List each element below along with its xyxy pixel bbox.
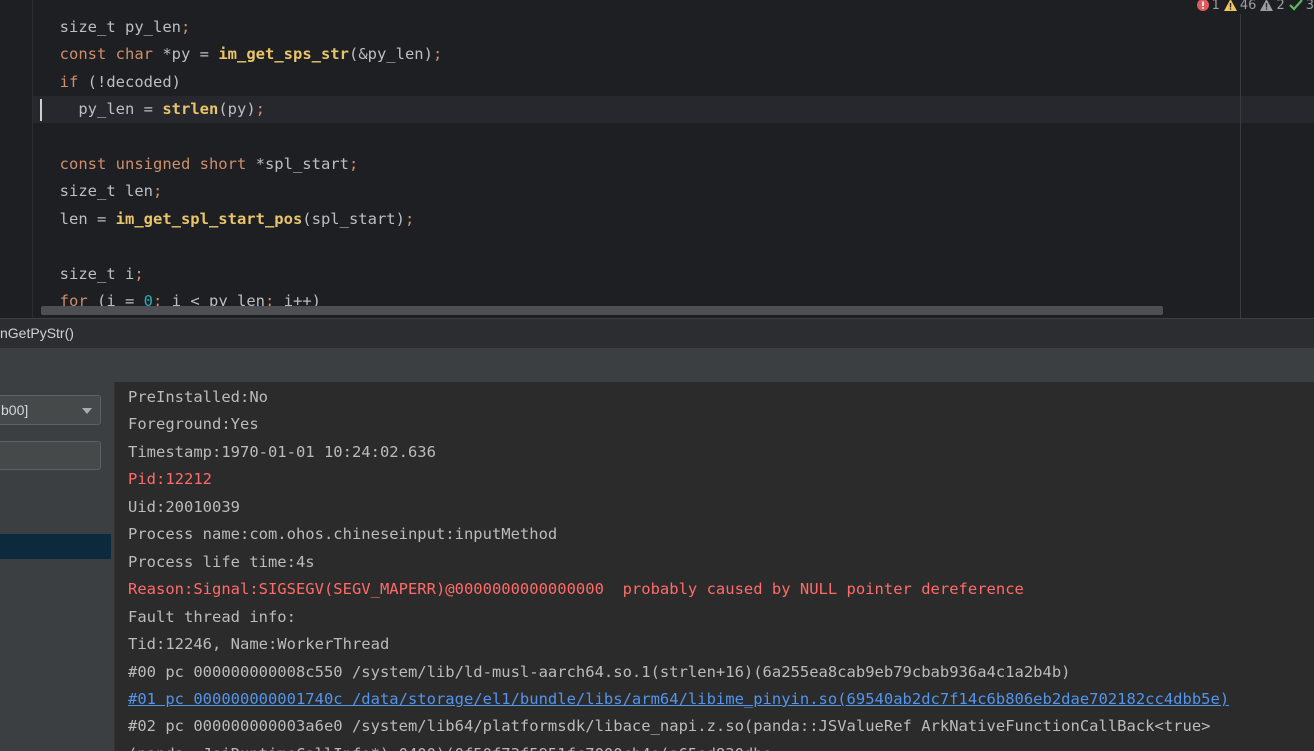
code-token: (&py_len) (348, 45, 433, 64)
right-margin-guide (1240, 14, 1241, 318)
log-filter-input[interactable] (0, 441, 101, 470)
horizontal-scrollbar[interactable] (41, 306, 1163, 315)
code-token: size_t py_len (41, 18, 181, 36)
code-token: ; (134, 264, 144, 283)
code-token: ; (180, 18, 191, 36)
inspection-widget[interactable]: 1 46 2 3 (1196, 0, 1314, 13)
panel-title: nGetPyStr() (0, 325, 74, 341)
log-link-line[interactable]: #01 pc 000000000001740c /data/storage/el… (128, 686, 1229, 713)
log-line: Process name:com.ohos.chineseinput:input… (128, 525, 558, 544)
code-token: im_get_sps_str (218, 45, 349, 64)
log-line: #00 pc 000000000008c550 /system/lib/ld-m… (128, 662, 1071, 681)
code-line[interactable]: const char *py = im_get_sps_str(&py_len)… (33, 41, 1314, 68)
code-token: ; (404, 209, 415, 228)
error-icon (1196, 0, 1209, 11)
typo-check-icon (1288, 0, 1303, 11)
code-token: (py) (218, 100, 256, 119)
code-token: size_t i (41, 264, 135, 283)
log-output[interactable]: PreInstalled:No Foreground:Yes Timestamp:1… (115, 382, 1314, 751)
code-token: ; (432, 45, 443, 64)
selected-process-row[interactable] (0, 534, 111, 559)
code-line[interactable]: if (!decoded) (33, 69, 1314, 96)
log-panel-toolbar (0, 348, 1314, 382)
log-line: Tid:12246, Name:WorkerThread (128, 635, 390, 654)
chevron-down-icon (82, 408, 92, 414)
code-line[interactable]: len = im_get_spl_start_pos(spl_start); (33, 206, 1314, 233)
line-gutter[interactable] (0, 0, 33, 318)
code-token: size_t len (41, 182, 153, 201)
code-token: ; (255, 100, 265, 119)
log-line: Pid:12212 (128, 470, 212, 489)
text-caret (40, 99, 42, 121)
code-token: py_len = (41, 100, 163, 119)
code-token: strlen (162, 100, 219, 119)
code-token: if (59, 72, 88, 91)
code-token: *py = (162, 45, 219, 64)
log-line: Foreground:Yes (128, 415, 259, 434)
device-select[interactable]: b00] (0, 395, 101, 425)
code-line[interactable]: size_t i; (33, 261, 1314, 288)
code-line[interactable]: py_len = strlen(py); (33, 96, 1314, 124)
log-line: Uid:20010039 (128, 497, 240, 516)
device-select-value: b00] (1, 402, 29, 418)
warning-count[interactable]: 46 (1223, 0, 1256, 13)
code-line[interactable]: size_t len; (33, 178, 1314, 205)
code-token: *spl_start (255, 155, 349, 173)
code-token: const char (59, 45, 163, 64)
code-line[interactable]: size_t py_len; (33, 14, 1314, 41)
code-token: (spl_start) (302, 209, 405, 228)
log-line: (panda::JsiRuntimeCallInfo*) 0400)(0f50f… (128, 741, 772, 751)
log-line: #02 pc 000000000003a6e0 /system/lib64/pl… (128, 717, 1211, 736)
code-token: (!decoded) (87, 72, 181, 91)
log-line: Fault thread info: (128, 607, 296, 626)
code-line[interactable] (33, 124, 1314, 151)
weak-warning-count[interactable]: 2 (1260, 0, 1285, 13)
code-token: const unsigned short (59, 155, 256, 173)
log-line: Reason:Signal:SIGSEGV(SEGV_MAPERR)@00000… (128, 580, 1024, 599)
code-line[interactable]: const unsigned short *spl_start; (33, 151, 1314, 178)
code-line[interactable] (33, 233, 1314, 260)
log-line: PreInstalled:No (128, 388, 268, 406)
code-token: ; (348, 155, 359, 173)
code-editor[interactable]: size_t py_len; const char *py = im_get_s… (0, 0, 1314, 318)
log-line: Timestamp:1970-01-01 10:24:02.636 (128, 442, 436, 461)
code-token: im_get_spl_start_pos (115, 209, 303, 228)
error-count[interactable]: 1 (1196, 0, 1220, 13)
log-panel-title-bar: nGetPyStr() (0, 318, 1314, 348)
code-token: ; (152, 182, 163, 201)
warning-icon (1223, 0, 1237, 11)
weak-warning-icon (1260, 0, 1274, 11)
log-line: Process life time:4s (128, 552, 315, 571)
log-filter-pane (0, 382, 115, 751)
code-area[interactable]: size_t py_len; const char *py = im_get_s… (33, 0, 1314, 318)
code-token: len = (41, 209, 116, 228)
typo-count[interactable]: 3 (1288, 0, 1314, 13)
